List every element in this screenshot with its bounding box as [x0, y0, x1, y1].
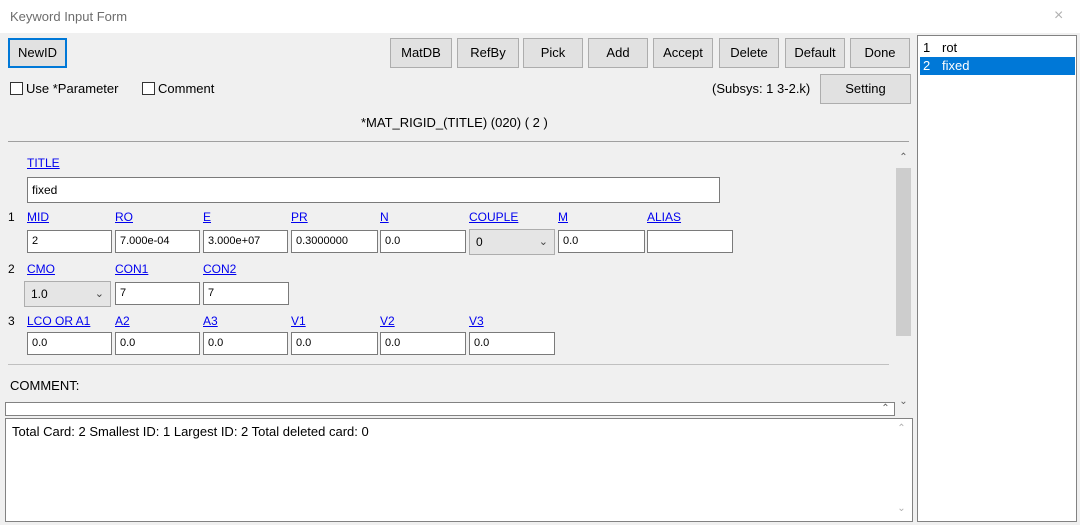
n-field[interactable]: 0.0	[380, 230, 466, 253]
chevron-down-icon: ⌄	[538, 236, 548, 248]
scroll-down-icon[interactable]: ⌄	[893, 503, 910, 514]
list-item[interactable]: 1 rot	[920, 39, 1075, 57]
m-field[interactable]: 0.0	[558, 230, 645, 253]
keyword-list[interactable]: 1 rot 2 fixed	[917, 35, 1077, 522]
list-item-number: 1	[923, 40, 931, 55]
window-title: Keyword Input Form	[10, 9, 128, 24]
divider	[8, 141, 909, 142]
con2-field[interactable]: 7	[203, 282, 289, 305]
comment-checkbox[interactable]	[142, 82, 155, 95]
a3-link[interactable]: A3	[203, 314, 218, 328]
add-button[interactable]: Add	[588, 38, 648, 68]
default-button[interactable]: Default	[785, 38, 845, 68]
lco-or-a1-link[interactable]: LCO OR A1	[27, 314, 90, 328]
row-number-2: 2	[8, 262, 15, 276]
list-item[interactable]: 2 fixed	[920, 57, 1075, 75]
a2-field[interactable]: 0.0	[115, 332, 200, 355]
cmo-link[interactable]: CMO	[27, 262, 55, 276]
pr-field[interactable]: 0.3000000	[291, 230, 378, 253]
mid-link[interactable]: MID	[27, 210, 49, 224]
setting-button[interactable]: Setting	[820, 74, 911, 104]
comment-section-label: COMMENT:	[10, 378, 80, 393]
comment-label: Comment	[158, 81, 215, 96]
v2-field[interactable]: 0.0	[380, 332, 466, 355]
couple-value: 0	[476, 235, 483, 249]
done-button[interactable]: Done	[850, 38, 910, 68]
couple-link[interactable]: COUPLE	[469, 210, 518, 224]
con1-field[interactable]: 7	[115, 282, 200, 305]
v3-link[interactable]: V3	[469, 314, 484, 328]
newid-button[interactable]: NewID	[8, 38, 67, 68]
scroll-up-icon[interactable]: ⌃	[893, 423, 910, 434]
pick-button[interactable]: Pick	[523, 38, 583, 68]
v1-link[interactable]: V1	[291, 314, 306, 328]
con2-link[interactable]: CON2	[203, 262, 236, 276]
title-bar: Keyword Input Form ×	[0, 0, 1080, 33]
delete-button[interactable]: Delete	[719, 38, 779, 68]
alias-link[interactable]: ALIAS	[647, 210, 681, 224]
list-item-name: rot	[942, 40, 958, 55]
subsys-label: (Subsys: 1 3-2.k)	[712, 81, 811, 96]
v3-field[interactable]: 0.0	[469, 332, 555, 355]
row-number-1: 1	[8, 210, 15, 224]
divider	[8, 364, 889, 365]
cmo-dropdown[interactable]: 1.0 ⌄	[24, 281, 111, 307]
scroll-up-icon[interactable]: ⌃	[895, 152, 912, 163]
ro-link[interactable]: RO	[115, 210, 133, 224]
e-link[interactable]: E	[203, 210, 211, 224]
e-field[interactable]: 3.000e+07	[203, 230, 288, 253]
chevron-down-icon: ⌄	[94, 288, 104, 300]
use-parameter-checkbox[interactable]	[10, 82, 23, 95]
a3-field[interactable]: 0.0	[203, 332, 288, 355]
keyword-header: *MAT_RIGID_(TITLE) (020) ( 2 )	[361, 115, 548, 130]
n-link[interactable]: N	[380, 210, 389, 224]
lco-or-a1-field[interactable]: 0.0	[27, 332, 112, 355]
alias-field[interactable]	[647, 230, 733, 253]
status-text: Total Card: 2 Smallest ID: 1 Largest ID:…	[12, 424, 369, 439]
status-panel: Total Card: 2 Smallest ID: 1 Largest ID:…	[5, 418, 913, 522]
m-link[interactable]: M	[558, 210, 568, 224]
ro-field[interactable]: 7.000e-04	[115, 230, 200, 253]
con1-link[interactable]: CON1	[115, 262, 148, 276]
scrollbar-thumb[interactable]	[896, 168, 911, 336]
pr-link[interactable]: PR	[291, 210, 308, 224]
title-field[interactable]: fixed	[27, 177, 720, 203]
mid-field[interactable]: 2	[27, 230, 112, 253]
row-number-3: 3	[8, 314, 15, 328]
scroll-up-icon[interactable]: ⌃	[877, 403, 894, 414]
cmo-value: 1.0	[31, 287, 48, 301]
accept-button[interactable]: Accept	[653, 38, 713, 68]
list-item-number: 2	[923, 58, 931, 73]
scroll-down-icon[interactable]: ⌄	[895, 396, 912, 407]
v2-link[interactable]: V2	[380, 314, 395, 328]
title-link[interactable]: TITLE	[27, 156, 60, 170]
use-parameter-label: Use *Parameter	[26, 81, 119, 96]
matdb-button[interactable]: MatDB	[390, 38, 452, 68]
form-scrollbar[interactable]: ⌃ ⌄	[895, 150, 912, 415]
list-item-name: fixed	[942, 58, 970, 73]
close-icon[interactable]: ×	[1054, 7, 1063, 25]
comment-field[interactable]: ⌃	[5, 402, 895, 416]
a2-link[interactable]: A2	[115, 314, 130, 328]
v1-field[interactable]: 0.0	[291, 332, 378, 355]
refby-button[interactable]: RefBy	[457, 38, 519, 68]
couple-dropdown[interactable]: 0 ⌄	[469, 229, 555, 255]
